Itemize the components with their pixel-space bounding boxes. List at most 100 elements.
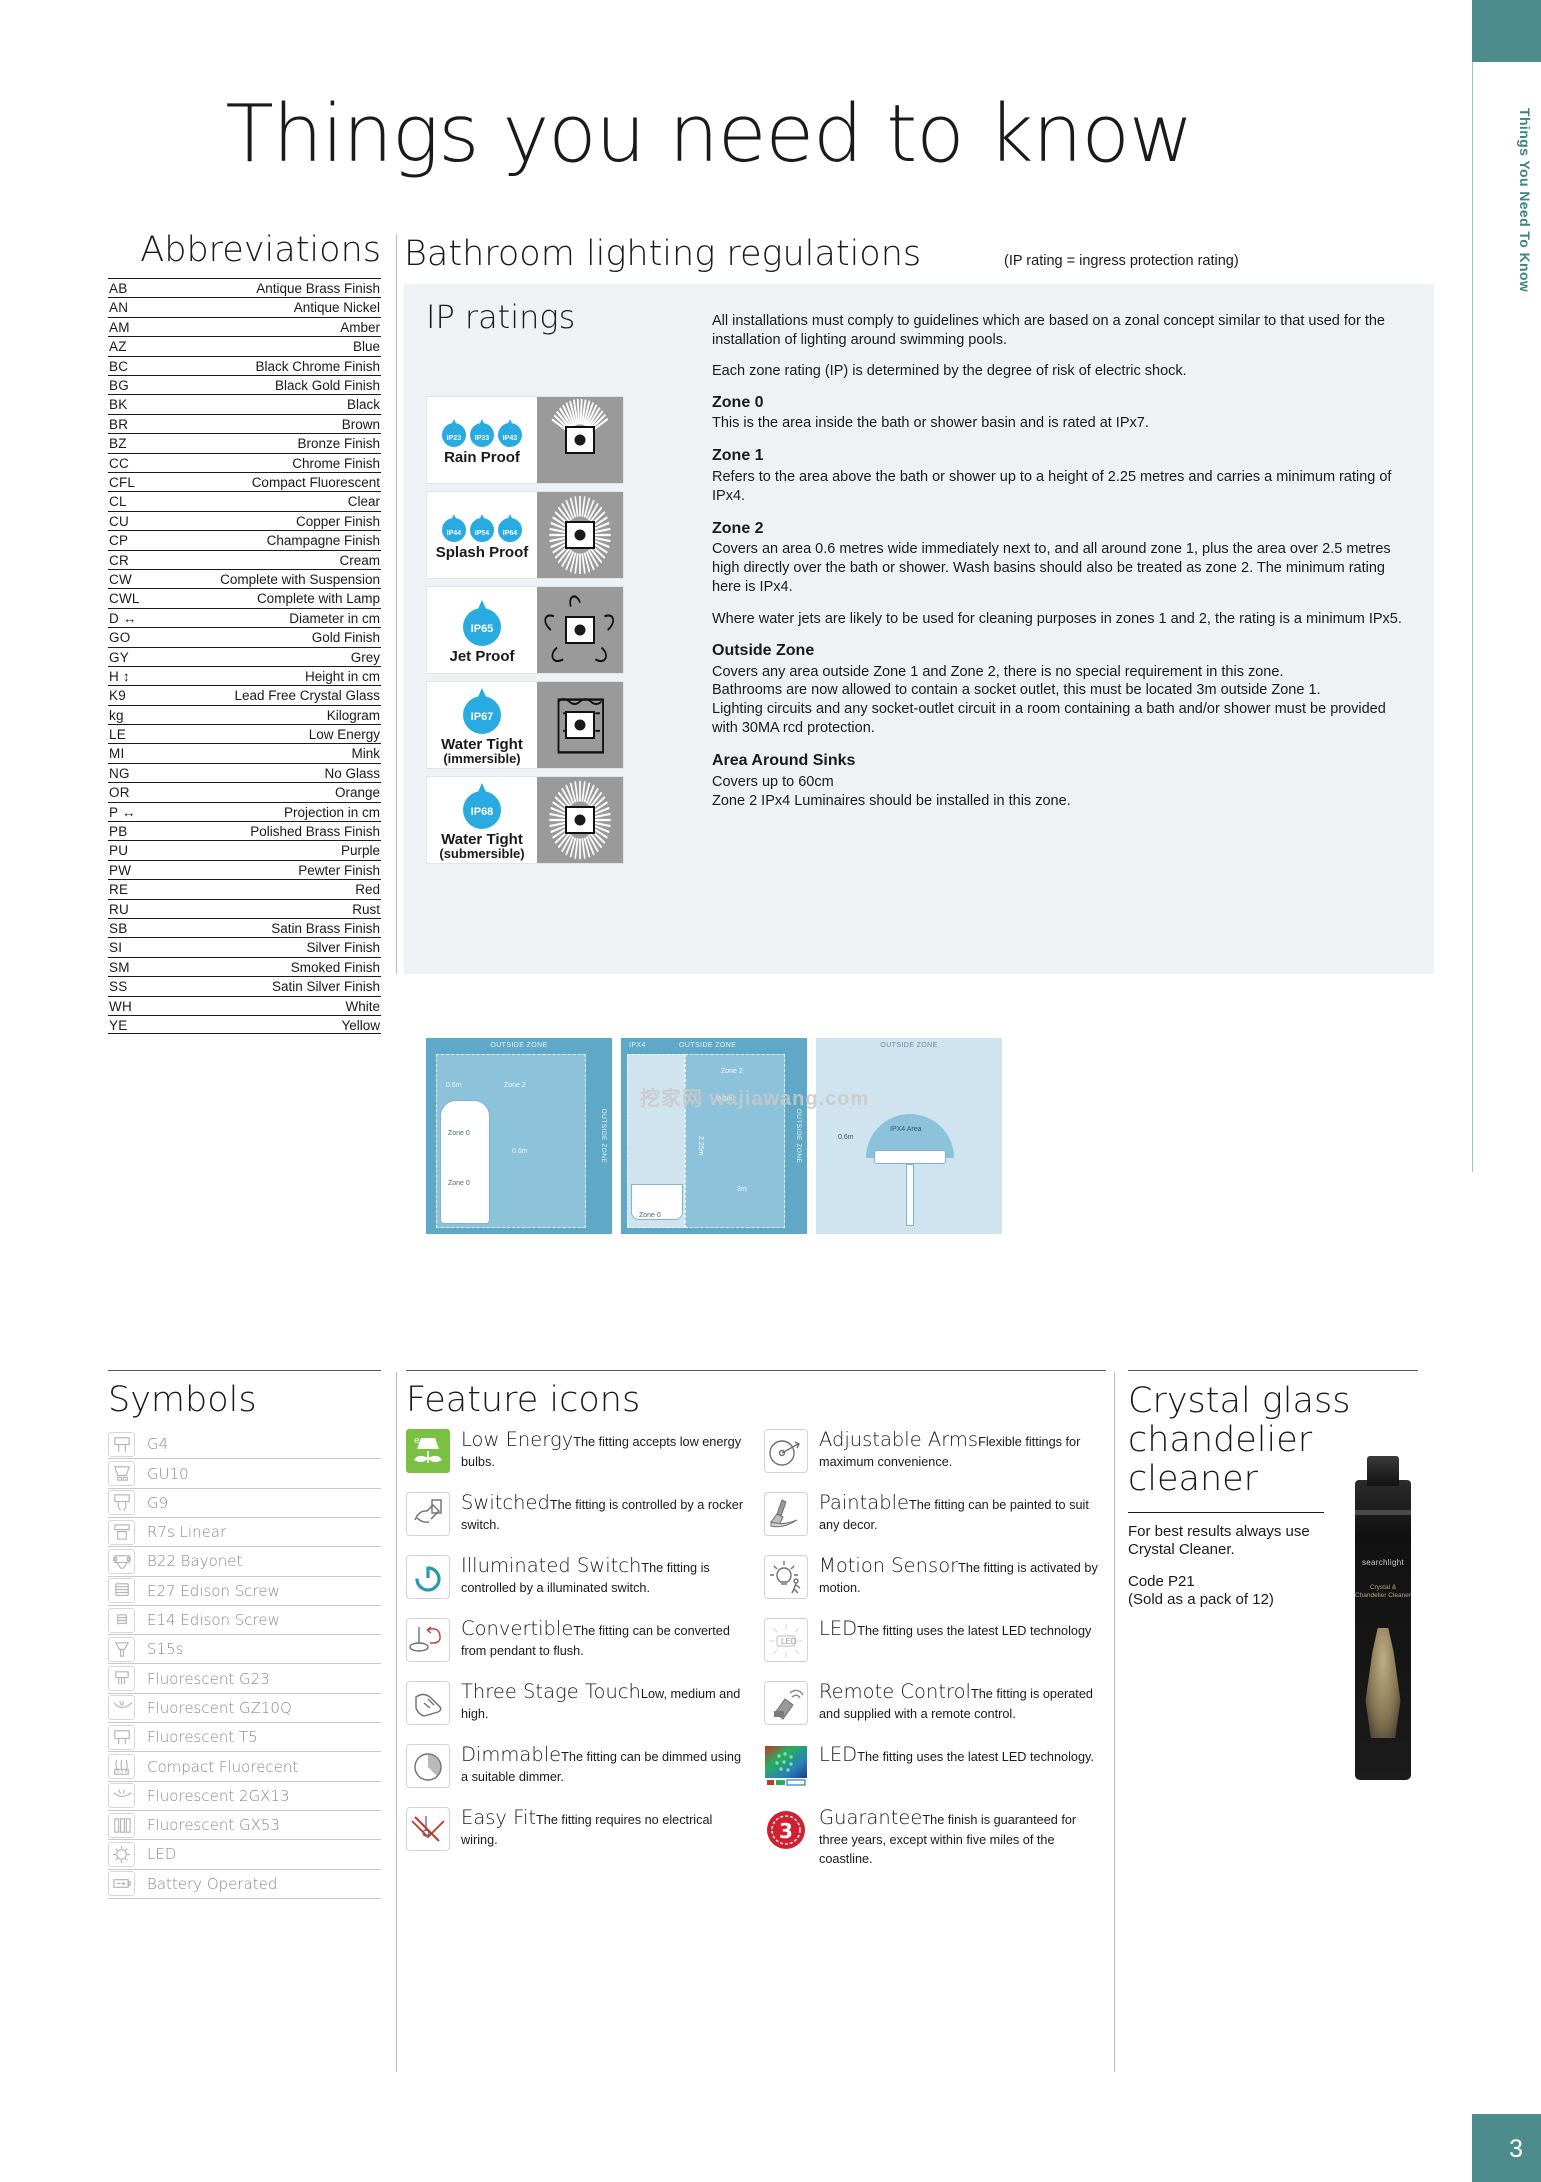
side-tab-block — [1472, 0, 1541, 62]
feature-title: Convertible — [461, 1617, 574, 1641]
lamp-cap-b22-icon — [108, 1548, 135, 1574]
symbol-row: Fluorescent GX53 — [108, 1811, 381, 1841]
abbreviation-code: P ↔ — [109, 804, 136, 820]
bottle-band — [1355, 1510, 1411, 1515]
ip-drop-icon: IP67 — [463, 688, 501, 734]
ip-drop-group: IP23 IP33 IP43 — [442, 418, 522, 447]
abbreviation-code: MI — [109, 746, 125, 762]
diagram-1-label-1: Zone 2 — [504, 1082, 526, 1089]
abbreviation-meaning: Compact Fluorescent — [251, 475, 380, 490]
abbreviation-meaning: Copper Finish — [295, 513, 380, 529]
symbol-label: G4 — [147, 1435, 169, 1454]
abbreviation-code: D ↔ — [109, 610, 137, 626]
abbreviation-code: AM — [109, 319, 130, 335]
diagram-3-top-label: OUTSIDE ZONE — [880, 1042, 938, 1049]
zone-2-note: Where water jets are likely to be used f… — [712, 610, 1402, 627]
abbreviation-row: AB Antique Brass Finish — [108, 278, 381, 297]
abbreviation-code: CFL — [109, 475, 136, 490]
abbreviation-meaning: Height in cm — [304, 668, 380, 684]
symbol-label: S15s — [147, 1640, 184, 1659]
abbreviation-row: SM Smoked Finish — [108, 956, 381, 976]
ip-ratings-heading: IP ratings — [426, 298, 576, 336]
ip-drop-icon: IP65 — [463, 599, 501, 646]
lamp-cap-r7s-icon — [108, 1519, 135, 1545]
symbol-row: Battery Operated — [108, 1870, 381, 1899]
abbreviation-row: D ↔ Diameter in cm — [108, 607, 381, 627]
abbreviation-meaning: Satin Brass Finish — [271, 920, 380, 936]
lamp-cap-g23-icon — [108, 1666, 135, 1692]
diagram-1-top-label: OUTSIDE ZONE — [490, 1042, 548, 1049]
abbreviation-meaning: Black Gold Finish — [274, 378, 380, 394]
feature-title: Illuminated Switch — [461, 1554, 642, 1578]
abbreviation-row: BZ Bronze Finish — [108, 433, 381, 452]
abbreviation-meaning: Champagne Finish — [266, 533, 380, 549]
abbreviation-meaning: Rust — [352, 901, 380, 917]
ip-drop-label: IP54 — [474, 529, 490, 537]
abbreviation-code: CR — [109, 552, 129, 568]
diagram-2-label-2: 2.25m — [697, 1136, 704, 1156]
bottle-brand-label: searchlight — [1362, 1558, 1404, 1567]
abbreviation-meaning: Black — [346, 397, 380, 413]
abbreviation-code: CWL — [109, 591, 140, 607]
abbreviation-code: SI — [109, 940, 123, 956]
diagram-1-bath — [440, 1100, 490, 1224]
abbreviation-row: LE Low Energy — [108, 724, 381, 743]
bottle-cap — [1367, 1456, 1399, 1486]
zone-0-title: Zone 0 — [712, 393, 764, 411]
symbol-row: E27 Edison Screw — [108, 1577, 381, 1606]
lamp-cap-e27-icon — [108, 1578, 135, 1604]
regs-left-divider — [396, 234, 397, 974]
easy-fit-icon — [406, 1807, 450, 1852]
diagram-2-label-0: Zone 2 — [721, 1068, 743, 1075]
ip-box-left: IP65 Jet Proof — [427, 587, 537, 673]
abbreviation-code: CC — [109, 455, 129, 471]
abbreviation-row: AZ Blue — [108, 336, 381, 355]
ip-box-left: IP67 Water Tight (immersible) — [427, 682, 537, 768]
feature-row: 3 GuaranteeThe finish is guaranteed for t… — [764, 1807, 1104, 1867]
feature-title: LED — [819, 1617, 858, 1641]
abbreviation-row: GY Grey — [108, 646, 381, 666]
diagram-1-label-0: 0.6m — [446, 1082, 462, 1089]
ip-drop-label: IP43 — [502, 434, 518, 442]
ip-drop-icon: IP23 — [442, 418, 466, 447]
ip-rating-box: IP23 IP33 IP43 Rain Proof — [426, 396, 624, 484]
ip-drop-icon: IP43 — [498, 418, 522, 447]
symbol-row: LED — [108, 1840, 381, 1870]
ip-box-left: IP68 Water Tight (submersible) — [427, 777, 537, 863]
lamp-cap-led-icon — [108, 1841, 135, 1867]
abbreviation-code: RU — [109, 901, 129, 917]
ip-drop-label: IP44 — [446, 529, 462, 537]
abbreviation-meaning: Pewter Finish — [298, 862, 380, 878]
paintable-icon — [764, 1492, 808, 1537]
regulations-section: Bathroom lighting regulations — [404, 235, 1054, 273]
motion-sensor-icon — [764, 1555, 808, 1600]
abbreviation-meaning: Lead Free Crystal Glass — [234, 688, 380, 704]
abbreviation-meaning: Satin Silver Finish — [271, 979, 380, 995]
feature-row: Remote ControlThe fitting is operated an… — [764, 1680, 1104, 1726]
ip-drop-icon: IP44 — [442, 513, 466, 542]
zone-2-body: Covers an area 0.6 metres wide immediate… — [712, 541, 1391, 596]
feature-description: The fitting uses the latest LED technolo… — [857, 1624, 1092, 1639]
symbol-label: Compact Fluorecent — [147, 1757, 299, 1776]
page-number: 3 — [1509, 2135, 1523, 2163]
watermark: 挖家网 wajiawang.com — [640, 1088, 870, 1110]
symbol-label: Fluorescent GZ10Q — [147, 1698, 292, 1717]
abbreviation-meaning: Red — [355, 882, 380, 898]
abbreviation-row: NG No Glass — [108, 762, 381, 782]
abbreviation-meaning: Orange — [334, 785, 380, 801]
ip-rating-box: IP68 Water Tight (submersible) — [426, 776, 624, 864]
abbreviation-row: AN Antique Nickel — [108, 297, 381, 316]
feature-title: Remote Control — [819, 1680, 971, 1704]
diagram-1-label-2: Zone 0 — [448, 1130, 470, 1137]
symbol-row: S15s — [108, 1635, 381, 1665]
abbreviation-row: SB Satin Brass Finish — [108, 917, 381, 937]
ip-drop-icon: IP64 — [498, 513, 522, 542]
abbreviation-row: PB Polished Brass Finish — [108, 821, 381, 840]
symbol-row: G9 — [108, 1489, 381, 1518]
feature-title: Low Energy — [461, 1428, 574, 1452]
abbreviation-meaning: Grey — [350, 649, 380, 665]
lamp-cap-gz10q-icon — [108, 1695, 135, 1721]
remote-control-icon — [764, 1681, 808, 1726]
page-title: Things you need to know — [225, 88, 1193, 180]
feature-row: LED LEDThe fitting uses the latest LED te… — [764, 1617, 1104, 1663]
